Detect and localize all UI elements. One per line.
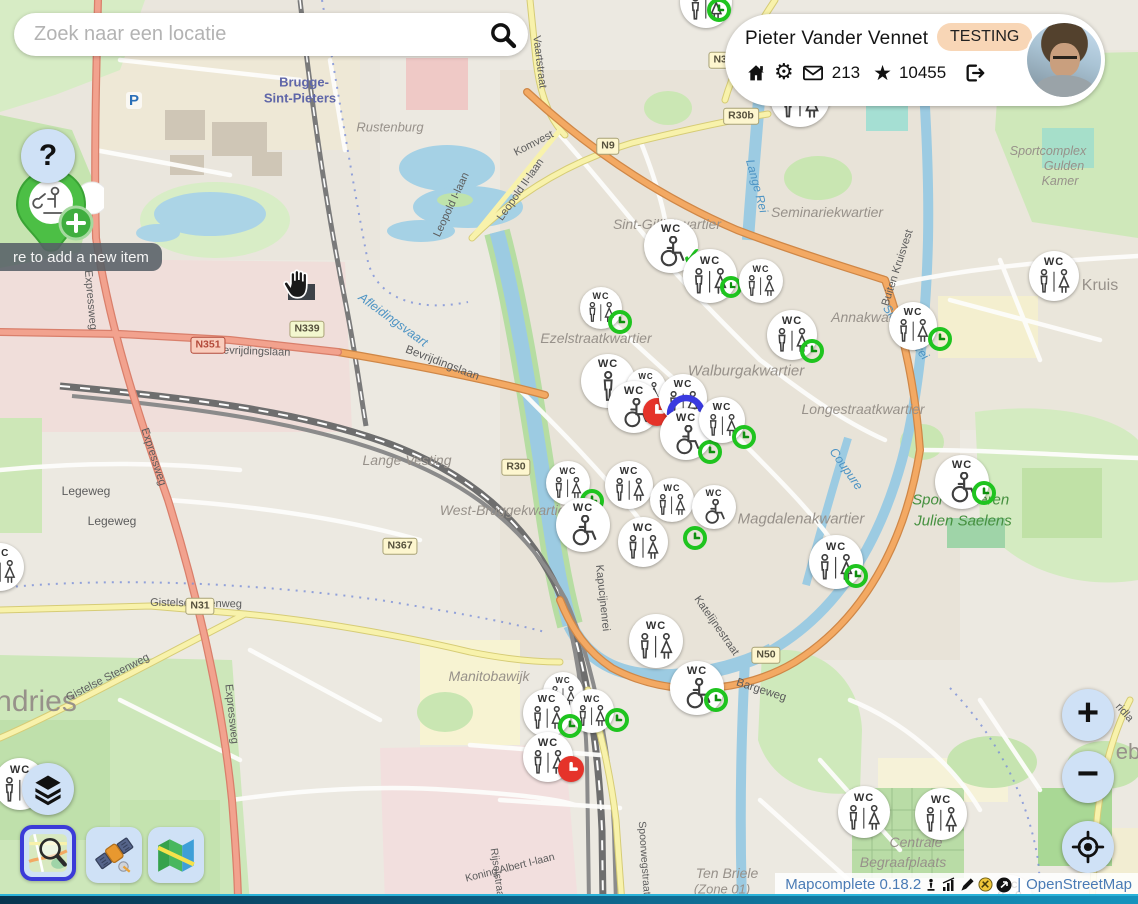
app-version[interactable]: Mapcomplete 0.18.2 (785, 876, 921, 893)
gear-icon[interactable]: ⚙ (774, 62, 794, 84)
search-icon[interactable] (488, 20, 518, 50)
layers-button[interactable] (22, 763, 74, 815)
toilet-marker-malefemale[interactable]: WC (580, 287, 622, 329)
toilet-marker-wheelchair[interactable]: WC (608, 381, 660, 433)
user-name: Pieter Vander Vennet (745, 28, 928, 50)
toilet-marker-malefemale[interactable]: WC (570, 689, 614, 733)
toilet-marker-malefemale[interactable]: WC (523, 689, 571, 737)
toilet-marker-malefemale[interactable]: WC (915, 788, 967, 840)
avatar[interactable] (1027, 23, 1101, 97)
josm-icon[interactable] (978, 877, 993, 892)
help-button[interactable]: ? (21, 129, 75, 183)
toilet-marker-wheelchair[interactable]: WC (556, 498, 610, 552)
arrow-circle-icon[interactable] (996, 877, 1012, 893)
satellite-icon (93, 834, 135, 876)
toilet-marker-malefemale[interactable]: WC (699, 397, 745, 443)
user-panel[interactable]: Pieter Vander Vennet TESTING ⚙ 213 ★ 104… (725, 14, 1105, 106)
bottom-bar (0, 894, 1138, 904)
geolocate-button[interactable] (1062, 821, 1114, 873)
toilet-marker-wheelchair[interactable]: WC (935, 455, 989, 509)
toilet-marker-malefemale[interactable]: WC (739, 259, 783, 303)
toilet-marker-malefemale[interactable]: WC (683, 249, 737, 303)
star-icon: ★ (873, 63, 892, 84)
attribution-bar: Mapcomplete 0.18.2 | OpenStreetMap (775, 873, 1138, 896)
zoom-in-button[interactable]: + (1062, 689, 1114, 741)
background-layer-satellite[interactable] (86, 827, 142, 883)
stats-icon[interactable] (941, 877, 957, 893)
testing-badge: TESTING (937, 23, 1032, 51)
background-layer-osm[interactable] (20, 825, 76, 881)
toilet-marker-malefemale[interactable]: WC (1029, 251, 1079, 301)
avatar-body (1036, 75, 1095, 97)
toilet-marker-malefemale[interactable]: WC (605, 461, 653, 509)
toilet-marker-wheelchair[interactable]: WC (692, 485, 736, 529)
messages-count[interactable]: 213 (832, 63, 860, 83)
osm-map-icon (27, 832, 69, 874)
layers-icon (30, 771, 66, 807)
avatar-glasses (1053, 56, 1077, 66)
changesets-count[interactable]: 10455 (899, 63, 946, 83)
statue-icon[interactable] (924, 877, 938, 893)
toilet-marker-wheelchair[interactable]: WC (670, 661, 724, 715)
crosshair-icon (1070, 829, 1106, 865)
toilet-marker-malefemale[interactable]: WC (767, 310, 817, 360)
toilet-marker-malefemale[interactable]: WC (838, 786, 890, 838)
zoom-in-label: + (1077, 692, 1099, 735)
search-input[interactable] (32, 22, 488, 47)
background-layer-map[interactable] (148, 827, 204, 883)
toilet-marker-malefemale[interactable]: WC (629, 614, 683, 668)
search-bar (14, 13, 528, 56)
toilet-marker-malefemale[interactable]: WC (809, 535, 863, 589)
help-button-label: ? (39, 139, 57, 173)
home-icon[interactable] (745, 62, 767, 84)
toilet-marker-malefemale[interactable]: WC (523, 732, 573, 782)
messages-icon[interactable] (801, 63, 825, 83)
toilet-marker-malefemale[interactable]: WC (650, 478, 694, 522)
logout-icon[interactable] (963, 62, 987, 84)
zoom-out-button[interactable]: − (1062, 751, 1114, 803)
add-item-tooltip-text: re to add a new item (13, 249, 149, 266)
add-item-tooltip: re to add a new item (0, 243, 162, 271)
hand-cursor-icon (281, 266, 315, 309)
osm-link[interactable]: OpenStreetMap (1026, 876, 1132, 893)
attribution-separator: | (1017, 876, 1021, 893)
toilet-marker-malefemale[interactable]: WC (618, 517, 668, 567)
toilet-marker-malefemale[interactable]: WC (889, 302, 937, 350)
pencil-icon[interactable] (960, 877, 975, 892)
mapcomplete-app: P Brugge-Sint-PietersRustenburgSint-Gill… (0, 0, 1138, 904)
folded-map-icon (155, 834, 197, 876)
zoom-out-label: − (1077, 753, 1099, 796)
